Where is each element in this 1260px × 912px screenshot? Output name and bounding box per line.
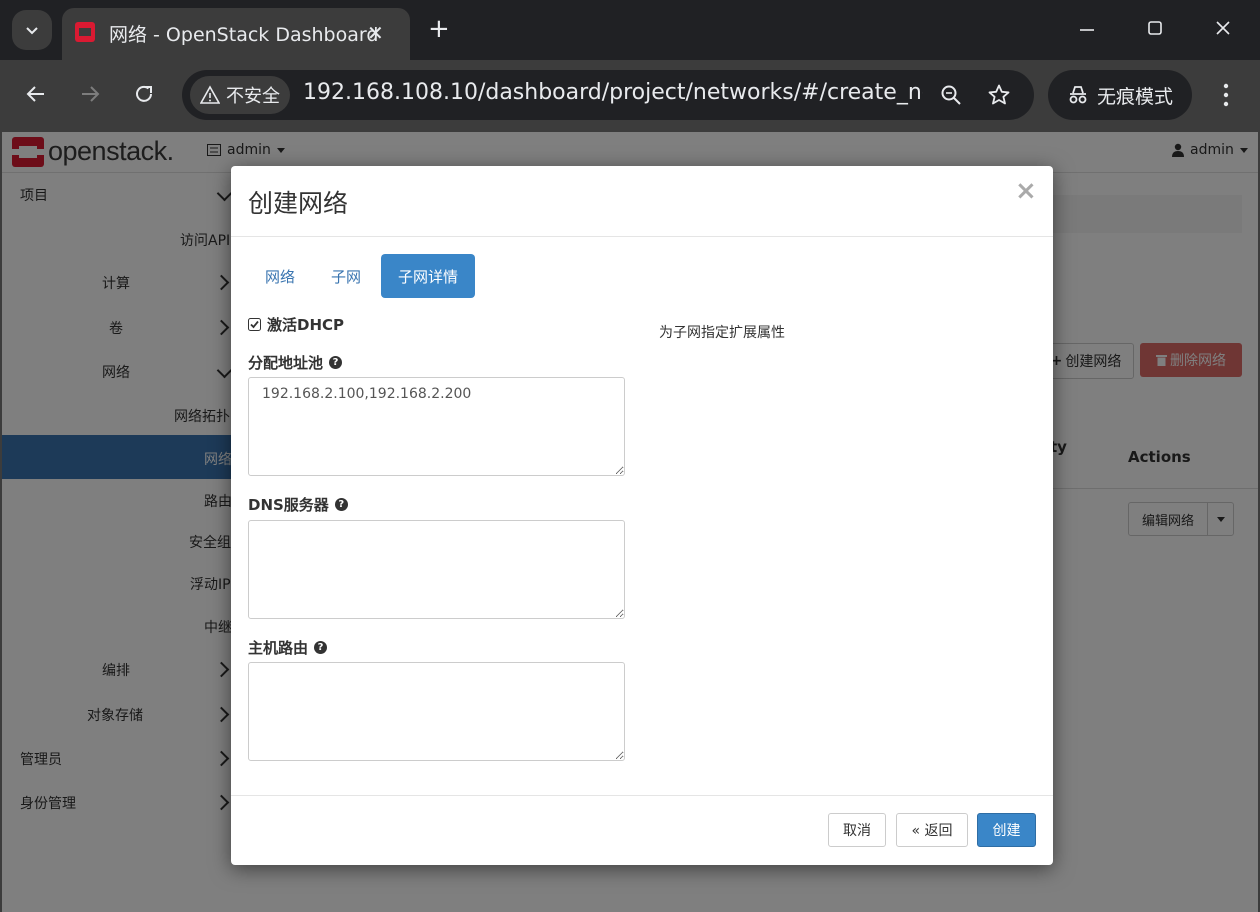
subnet-details-help-text: 为子网指定扩展属性: [659, 325, 785, 341]
security-label: 不安全: [226, 86, 280, 107]
create-network-modal: 创建网络 × 网络 子网 子网详情 激活DHCP 分配地址池 ? 192.168…: [231, 166, 1053, 865]
modal-title: 创建网络: [248, 189, 349, 218]
close-icon[interactable]: ×: [1015, 176, 1037, 206]
back-arrow-icon[interactable]: [24, 82, 48, 106]
create-button[interactable]: 创建: [977, 813, 1036, 847]
dns-servers-label-row: DNS服务器 ?: [248, 494, 348, 515]
tab-close-icon[interactable]: ✕: [367, 21, 384, 45]
bookmark-star-icon[interactable]: [987, 83, 1011, 107]
maximize-icon[interactable]: [1145, 18, 1165, 38]
close-window-icon[interactable]: [1213, 18, 1233, 38]
modal-header-divider: [231, 236, 1053, 237]
browser-toolbar: 不安全 192.168.108.10/dashboard/project/net…: [0, 60, 1260, 132]
help-icon[interactable]: ?: [334, 498, 348, 511]
url-text[interactable]: 192.168.108.10/dashboard/project/network…: [303, 80, 923, 105]
host-routes-label: 主机路由: [248, 639, 309, 657]
modal-footer-divider: [231, 795, 1053, 796]
tab-subnet-details[interactable]: 子网详情: [381, 254, 475, 298]
warning-icon: [200, 85, 220, 104]
browser-tab-strip: 网络 - OpenStack Dashboard ✕ +: [0, 0, 1260, 60]
incognito-chip[interactable]: 无痕模式: [1048, 70, 1192, 120]
forward-arrow-icon[interactable]: [78, 82, 102, 106]
minimize-icon[interactable]: [1077, 18, 1097, 38]
chevron-down-icon: [26, 27, 38, 35]
address-bar[interactable]: 不安全 192.168.108.10/dashboard/project/net…: [182, 70, 1034, 120]
reload-icon[interactable]: [132, 82, 156, 106]
openstack-favicon-icon: [75, 22, 95, 42]
checkbox-checked-icon[interactable]: [248, 318, 261, 331]
dns-servers-textarea[interactable]: [248, 520, 625, 619]
tab-title: 网络 - OpenStack Dashboard: [109, 24, 379, 46]
dhcp-checkbox-row[interactable]: 激活DHCP: [248, 314, 344, 335]
host-routes-label-row: 主机路由 ?: [248, 637, 328, 658]
allocation-pools-label-row: 分配地址池 ?: [248, 352, 343, 373]
allocation-pools-textarea[interactable]: 192.168.2.100,192.168.2.200: [248, 377, 625, 476]
allocation-pools-label: 分配地址池: [248, 354, 324, 372]
browser-tab[interactable]: 网络 - OpenStack Dashboard ✕: [62, 8, 410, 60]
back-button[interactable]: « 返回: [896, 813, 968, 847]
tab-network[interactable]: 网络: [253, 254, 307, 298]
zoom-icon[interactable]: [939, 83, 963, 107]
dhcp-label: 激活DHCP: [267, 316, 345, 334]
incognito-icon: [1069, 86, 1087, 104]
tab-subnet[interactable]: 子网: [319, 254, 373, 298]
more-menu-icon[interactable]: [1218, 82, 1234, 108]
help-icon[interactable]: ?: [329, 356, 343, 369]
tab-search-button[interactable]: [12, 10, 52, 50]
security-chip[interactable]: 不安全: [190, 76, 290, 114]
new-tab-icon[interactable]: +: [428, 16, 450, 42]
dns-servers-label: DNS服务器: [248, 496, 329, 514]
help-icon[interactable]: ?: [314, 641, 328, 654]
host-routes-textarea[interactable]: [248, 662, 625, 761]
incognito-label: 无痕模式: [1096, 85, 1173, 108]
cancel-button[interactable]: 取消: [828, 813, 886, 847]
